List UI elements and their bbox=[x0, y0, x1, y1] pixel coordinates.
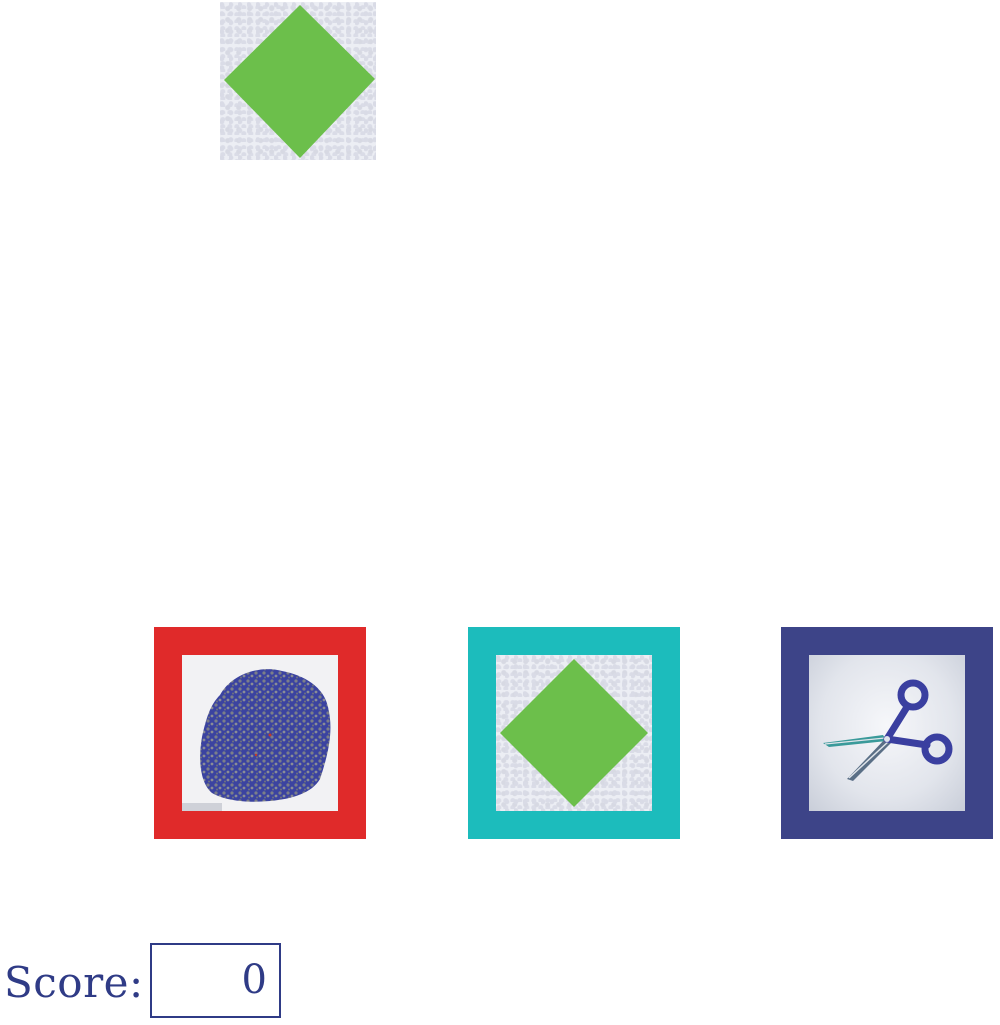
rock-choice-button[interactable] bbox=[154, 627, 366, 839]
scissors-icon bbox=[823, 679, 953, 781]
score-value: 0 bbox=[150, 943, 281, 1018]
green-diamond-icon bbox=[224, 5, 375, 158]
scissors-choice-button[interactable] bbox=[781, 627, 993, 839]
green-diamond-icon bbox=[500, 659, 648, 807]
score-label: Score: bbox=[4, 958, 144, 1007]
falling-item bbox=[220, 2, 376, 160]
rock-icon bbox=[182, 669, 331, 811]
paper-choice-button[interactable] bbox=[468, 627, 680, 839]
